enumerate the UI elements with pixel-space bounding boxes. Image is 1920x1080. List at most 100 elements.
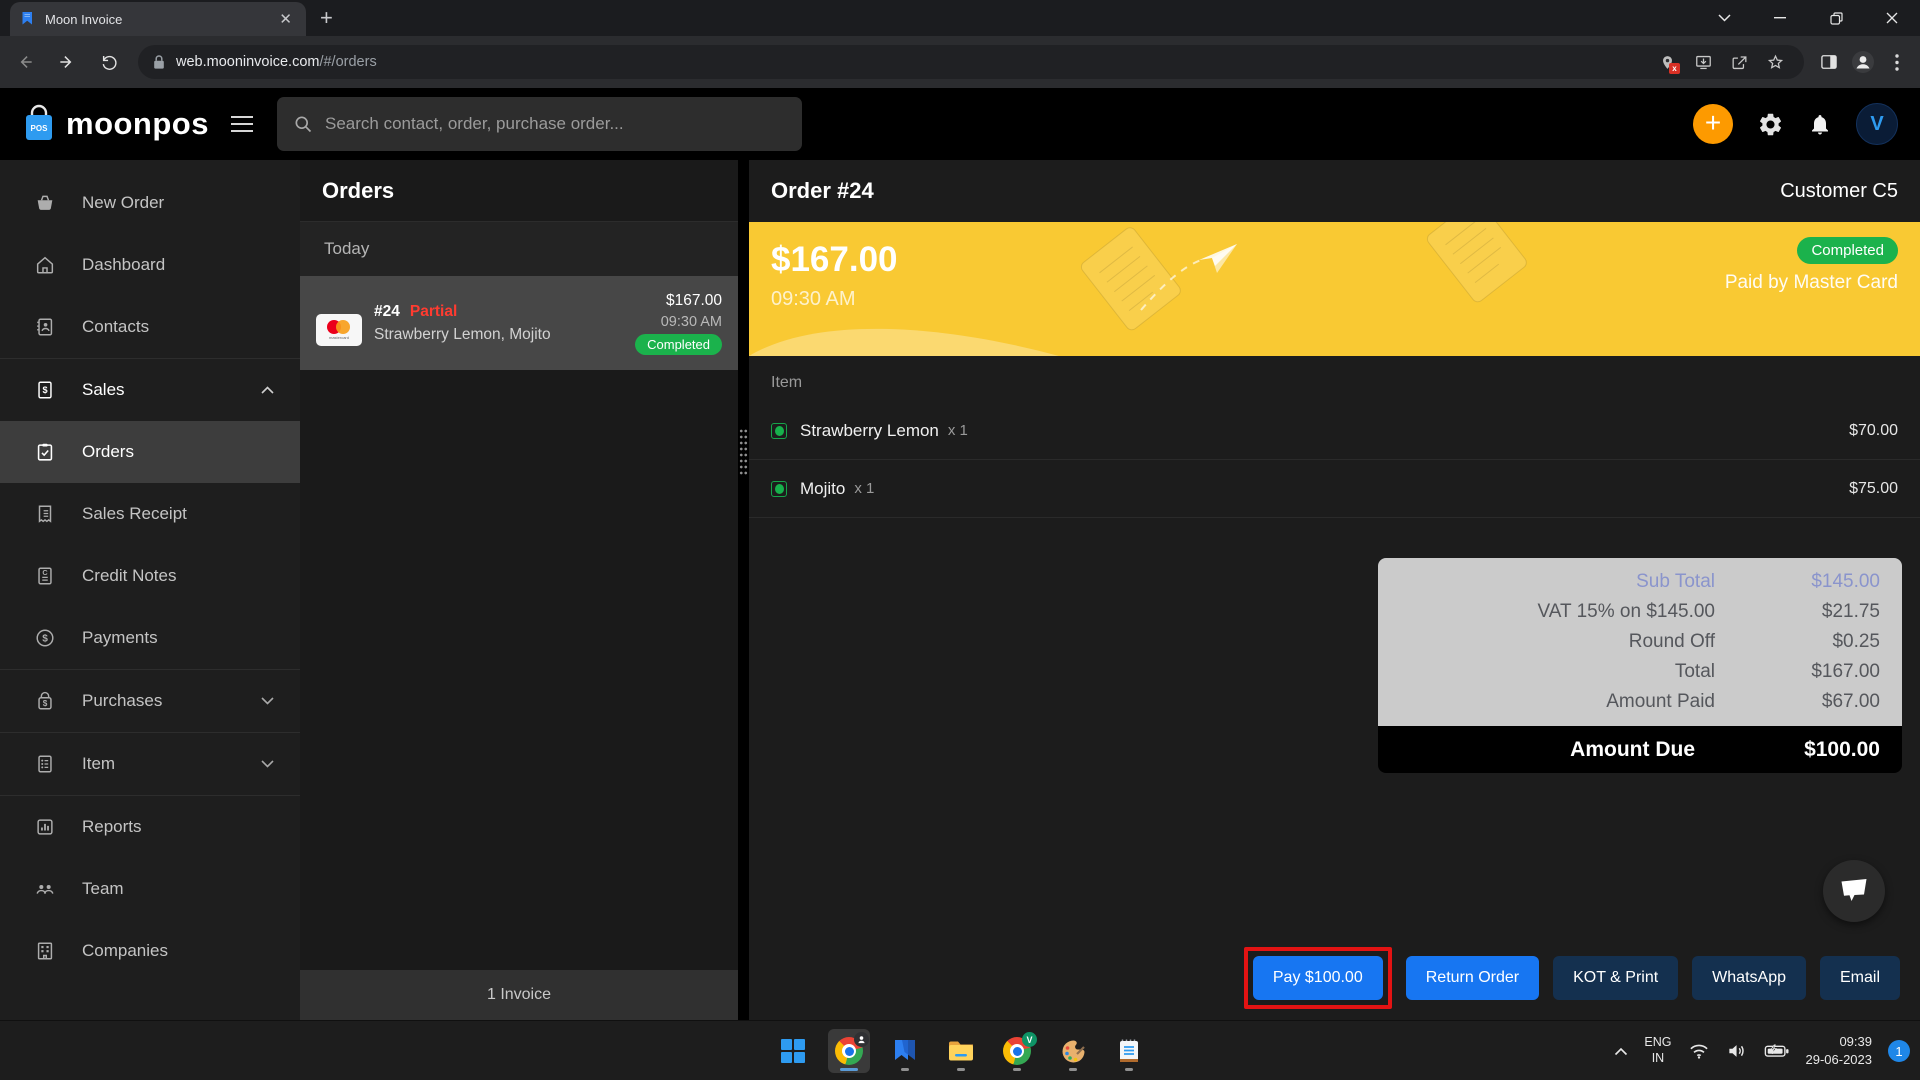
close-window-button[interactable] <box>1864 0 1920 36</box>
volume-icon[interactable] <box>1726 1042 1748 1060</box>
clock[interactable]: 09:3929-06-2023 <box>1806 1033 1873 1068</box>
veg-indicator-icon <box>771 423 787 439</box>
tab-search-chevron-icon[interactable] <box>1696 0 1752 36</box>
invoice-count-footer: 1 Invoice <box>300 970 738 1020</box>
item-price: $75.00 <box>1849 480 1898 498</box>
email-button[interactable]: Email <box>1820 956 1900 1000</box>
svg-text:POS: POS <box>31 124 49 133</box>
global-search[interactable] <box>277 97 802 151</box>
taskbar-notepad-icon[interactable] <box>1108 1029 1150 1073</box>
hamburger-menu-icon[interactable] <box>225 110 259 138</box>
receipt-icon <box>34 503 56 525</box>
order-time: 09:30 AM <box>661 314 722 330</box>
sidebar-item-companies[interactable]: Companies <box>0 920 300 982</box>
order-line-item: Strawberry Lemon x 1 $70.00 <box>749 402 1920 460</box>
clipboard-check-icon <box>34 441 56 463</box>
pos-bag-icon: POS <box>22 104 56 144</box>
pay-button[interactable]: Pay $100.00 <box>1253 956 1383 1000</box>
notification-count-badge[interactable]: 1 <box>1888 1040 1910 1062</box>
browser-menu-kebab-icon[interactable] <box>1882 47 1912 77</box>
orders-group-header: Today <box>300 222 738 276</box>
item-quantity: x 1 <box>854 480 874 497</box>
taskbar-chrome-profile-v-icon[interactable]: V <box>996 1029 1038 1073</box>
battery-charging-icon[interactable] <box>1764 1043 1790 1059</box>
search-input[interactable] <box>325 114 786 134</box>
side-panel-icon[interactable] <box>1814 47 1844 77</box>
sidebar-item-label: New Order <box>82 193 164 213</box>
invoice-count: 1 Invoice <box>487 986 551 1004</box>
share-icon[interactable] <box>1724 47 1754 77</box>
order-list-item[interactable]: mastercard #24 Partial Strawberry Lemon,… <box>300 276 738 370</box>
banner-status-badge: Completed <box>1797 237 1898 264</box>
back-icon[interactable] <box>8 45 42 79</box>
address-book-icon <box>34 316 56 338</box>
user-avatar[interactable]: V <box>1856 103 1898 145</box>
team-icon <box>34 878 56 900</box>
orders-panel-header: Orders <box>300 160 738 222</box>
bookmark-star-icon[interactable] <box>1760 47 1790 77</box>
sidebar-item-sales[interactable]: $ Sales <box>0 359 300 421</box>
chat-support-button[interactable] <box>1823 860 1885 922</box>
sidebar-item-dashboard[interactable]: Dashboard <box>0 234 300 296</box>
sidebar-item-contacts[interactable]: Contacts <box>0 296 300 358</box>
group-label: Today <box>324 239 369 259</box>
amount-paid-row: Amount Paid$67.00 <box>1378 687 1902 717</box>
start-button[interactable] <box>772 1029 814 1073</box>
sidebar-item-orders[interactable]: Orders <box>0 421 300 483</box>
taskbar-moon-invoice-icon[interactable] <box>884 1029 926 1073</box>
window-controls <box>1696 0 1920 36</box>
tab-close-icon[interactable]: ✕ <box>275 10 296 29</box>
sidebar-item-team[interactable]: Team <box>0 858 300 920</box>
card-brand-label: mastercard <box>329 335 349 340</box>
return-order-button[interactable]: Return Order <box>1406 956 1539 1000</box>
item-name: Mojito <box>800 479 845 499</box>
taskbar-file-explorer-icon[interactable] <box>940 1029 982 1073</box>
purchase-bag-icon: $ <box>34 690 56 712</box>
sidebar-item-reports[interactable]: Reports <box>0 796 300 858</box>
sidebar-item-sales-receipt[interactable]: Sales Receipt <box>0 483 300 545</box>
bar-chart-icon <box>34 816 56 838</box>
sidebar-item-label: Team <box>82 879 124 899</box>
add-new-button[interactable]: + <box>1693 104 1733 144</box>
browser-tab[interactable]: Moon Invoice ✕ <box>10 2 306 36</box>
wifi-icon[interactable] <box>1688 1042 1710 1060</box>
sidebar-item-label: Reports <box>82 817 142 837</box>
svg-text:$: $ <box>42 633 48 644</box>
items-column-header: Item <box>771 374 1920 392</box>
new-tab-button[interactable]: + <box>320 7 333 29</box>
taskbar-chrome-active-icon[interactable] <box>828 1029 870 1073</box>
sales-invoice-icon: $ <box>34 379 56 401</box>
location-blocked-icon[interactable]: x <box>1652 47 1682 77</box>
dollar-circle-icon: $ <box>34 627 56 649</box>
veg-indicator-icon <box>771 481 787 497</box>
lock-icon <box>152 54 166 70</box>
pay-button-highlight-annotation: Pay $100.00 <box>1244 947 1392 1009</box>
sidebar-item-payments[interactable]: $ Payments <box>0 607 300 669</box>
tray-chevron-up-icon[interactable] <box>1614 1047 1628 1056</box>
sidebar-item-new-order[interactable]: New Order <box>0 172 300 234</box>
sidebar-item-credit-notes[interactable]: C Credit Notes <box>0 545 300 607</box>
url-text: web.mooninvoice.com/#/orders <box>176 54 377 70</box>
language-indicator[interactable]: ENGIN <box>1644 1035 1671 1066</box>
whatsapp-button[interactable]: WhatsApp <box>1692 956 1806 1000</box>
url-bar[interactable]: web.mooninvoice.com/#/orders x <box>138 45 1804 79</box>
maximize-button[interactable] <box>1808 0 1864 36</box>
reload-icon[interactable] <box>92 45 126 79</box>
basket-icon <box>34 192 56 214</box>
drag-handle-icon[interactable] <box>739 428 748 476</box>
panel-splitter[interactable] <box>738 160 749 1020</box>
sidebar-item-purchases[interactable]: $ Purchases <box>0 670 300 732</box>
chevron-down-icon <box>261 697 274 705</box>
taskbar-paint-icon[interactable] <box>1052 1029 1094 1073</box>
kot-print-button[interactable]: KOT & Print <box>1553 956 1678 1000</box>
browser-profile-icon[interactable] <box>1848 47 1878 77</box>
order-actions: Pay $100.00 Return Order KOT & Print Wha… <box>1244 947 1900 1009</box>
home-icon <box>34 254 56 276</box>
minimize-button[interactable] <box>1752 0 1808 36</box>
sidebar-item-item[interactable]: Item <box>0 733 300 795</box>
notifications-bell-icon[interactable] <box>1808 111 1832 137</box>
forward-icon[interactable] <box>50 45 84 79</box>
install-app-icon[interactable] <box>1688 47 1718 77</box>
vat-row: VAT 15% on $145.00$21.75 <box>1378 597 1902 627</box>
settings-gear-icon[interactable] <box>1757 111 1784 138</box>
